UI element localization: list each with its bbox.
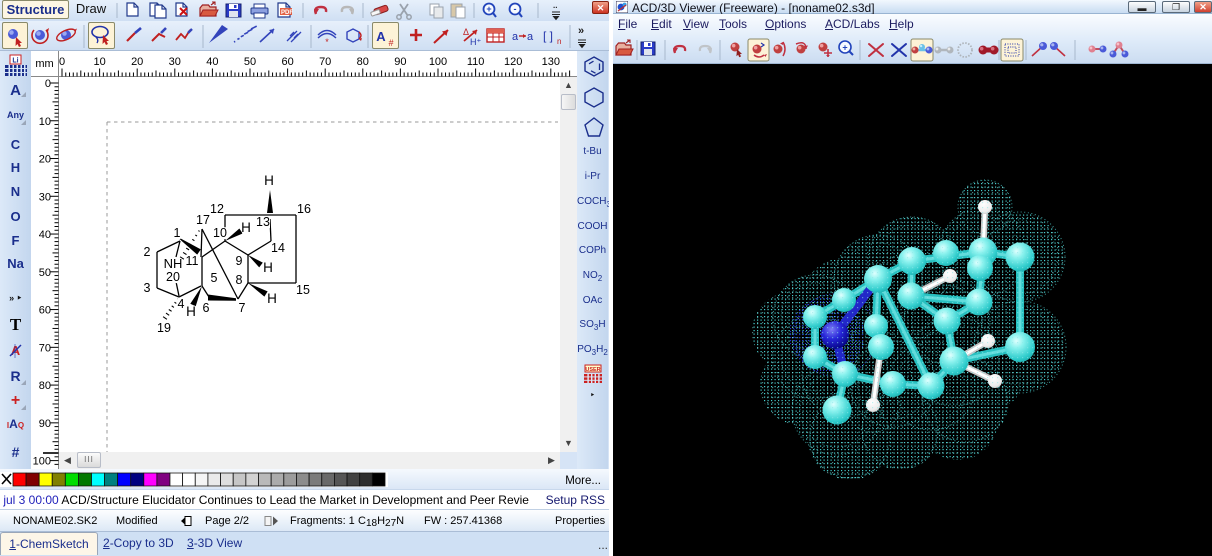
svg-text:40: 40	[206, 56, 218, 68]
svg-text:H: H	[241, 220, 251, 235]
svg-text:PDF: PDF	[281, 10, 293, 16]
svg-text:70: 70	[319, 56, 331, 68]
svg-text:10: 10	[39, 116, 51, 128]
svg-text:NH: NH	[164, 256, 183, 271]
svg-text:40: 40	[39, 229, 51, 241]
svg-text:#: #	[388, 38, 393, 48]
svg-text:2: 2	[144, 245, 151, 259]
svg-text:+: +	[842, 43, 847, 53]
svg-text:H: H	[264, 173, 274, 188]
svg-text:100: 100	[33, 456, 51, 468]
svg-text:1: 1	[174, 226, 181, 240]
svg-text:19: 19	[157, 321, 171, 335]
svg-text:80: 80	[357, 56, 369, 68]
svg-text:a: a	[512, 31, 519, 43]
svg-text:60: 60	[281, 56, 293, 68]
svg-text:80: 80	[39, 380, 51, 392]
svg-text:H: H	[267, 291, 277, 306]
svg-text:H: H	[263, 260, 273, 275]
svg-text:50: 50	[39, 267, 51, 279]
svg-text:»: »	[578, 25, 584, 37]
svg-text:11: 11	[186, 254, 199, 268]
svg-text:9: 9	[236, 254, 243, 268]
svg-text:A: A	[376, 29, 386, 44]
svg-text:14: 14	[271, 241, 285, 255]
svg-text:50: 50	[244, 56, 256, 68]
svg-text:+: +	[486, 4, 491, 14]
svg-text:Δ: Δ	[463, 27, 469, 37]
svg-text:8: 8	[236, 273, 243, 287]
svg-text:20: 20	[39, 154, 51, 166]
svg-text:90: 90	[394, 56, 406, 68]
svg-text:3: 3	[144, 281, 151, 295]
svg-text:15: 15	[296, 283, 310, 297]
svg-text:H: H	[186, 304, 196, 319]
svg-text:30: 30	[39, 191, 51, 203]
svg-text:90: 90	[39, 418, 51, 430]
svg-text:100: 100	[429, 56, 447, 68]
svg-text:20: 20	[131, 56, 143, 68]
svg-text:13: 13	[256, 215, 270, 229]
svg-text:10: 10	[93, 56, 105, 68]
svg-text:a: a	[527, 31, 534, 43]
svg-text:10: 10	[213, 226, 227, 240]
svg-text:[ ]: [ ]	[543, 29, 553, 43]
svg-text:H⁺: H⁺	[470, 37, 481, 47]
svg-text:30: 30	[169, 56, 181, 68]
svg-text:12: 12	[210, 202, 224, 216]
svg-text:0: 0	[45, 78, 51, 90]
svg-text:7: 7	[239, 301, 246, 315]
svg-text:16: 16	[297, 202, 311, 216]
svg-text:USER: USER	[585, 367, 600, 373]
svg-text:70: 70	[39, 342, 51, 354]
svg-text:0: 0	[59, 56, 65, 68]
svg-text:..: ..	[553, 1, 557, 10]
svg-text:4: 4	[178, 297, 185, 311]
svg-text:6: 6	[203, 301, 210, 315]
svg-text:130: 130	[542, 56, 560, 68]
svg-text:20: 20	[166, 270, 180, 284]
svg-text:5: 5	[211, 271, 218, 285]
svg-text:110: 110	[467, 56, 485, 68]
svg-text:n: n	[557, 37, 561, 46]
svg-text:120: 120	[504, 56, 522, 68]
svg-text:17: 17	[196, 213, 210, 227]
svg-text:More...: More...	[565, 475, 601, 487]
svg-text:-: -	[514, 4, 517, 14]
svg-text:60: 60	[39, 305, 51, 317]
svg-text:Li: Li	[12, 58, 18, 65]
svg-text:*: *	[325, 37, 329, 47]
